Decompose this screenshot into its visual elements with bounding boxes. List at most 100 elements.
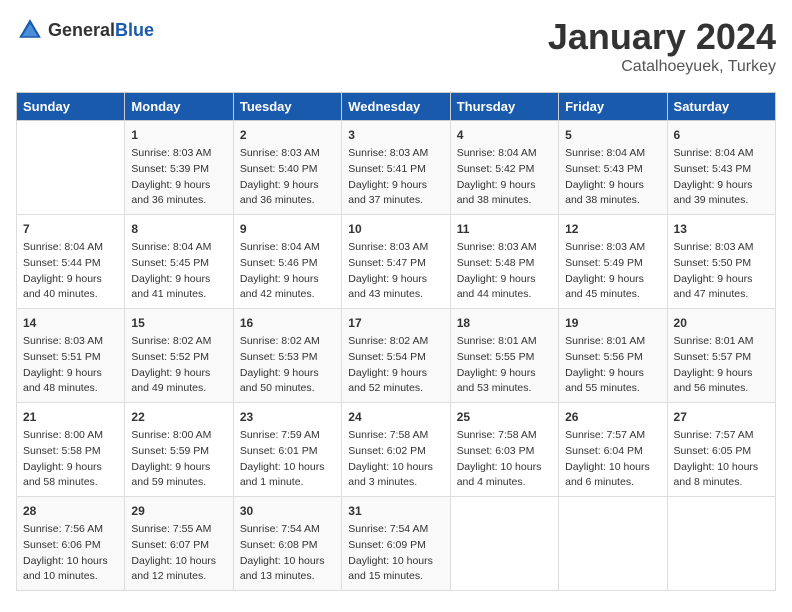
col-header-monday: Monday bbox=[125, 93, 233, 121]
calendar-week-5: 28Sunrise: 7:56 AMSunset: 6:06 PMDayligh… bbox=[17, 497, 776, 591]
page-header: GeneralBlue January 2024 Catalhoeyuek, T… bbox=[16, 16, 776, 76]
day-info: Sunrise: 8:03 AMSunset: 5:51 PMDaylight:… bbox=[23, 334, 118, 397]
calendar-cell: 27 Sunrise: 7:57 AMSunset: 6:05 PMDayligh… bbox=[667, 403, 775, 497]
day-number: 6 bbox=[674, 126, 769, 144]
calendar-cell: 6 Sunrise: 8:04 AMSunset: 5:43 PMDaylight… bbox=[667, 121, 775, 215]
calendar-cell: 8 Sunrise: 8:04 AMSunset: 5:45 PMDaylight… bbox=[125, 215, 233, 309]
calendar-title: January 2024 bbox=[548, 16, 776, 58]
day-number: 3 bbox=[348, 126, 443, 144]
day-number: 14 bbox=[23, 314, 118, 332]
logo-icon bbox=[16, 16, 44, 44]
calendar-cell: 1 Sunrise: 8:03 AMSunset: 5:39 PMDaylight… bbox=[125, 121, 233, 215]
calendar-cell: 31Sunrise: 7:54 AMSunset: 6:09 PMDayligh… bbox=[342, 497, 450, 591]
logo-general: General bbox=[48, 20, 115, 40]
calendar-cell: 28Sunrise: 7:56 AMSunset: 6:06 PMDayligh… bbox=[17, 497, 125, 591]
day-info: Sunrise: 8:03 AMSunset: 5:50 PMDaylight:… bbox=[674, 240, 769, 303]
calendar-week-3: 14 Sunrise: 8:03 AMSunset: 5:51 PMDayligh… bbox=[17, 309, 776, 403]
day-info: Sunrise: 7:56 AMSunset: 6:06 PMDaylight:… bbox=[23, 522, 118, 585]
day-number: 12 bbox=[565, 220, 660, 238]
day-info: Sunrise: 8:03 AMSunset: 5:39 PMDaylight:… bbox=[131, 146, 226, 209]
day-number: 10 bbox=[348, 220, 443, 238]
day-info: Sunrise: 8:03 AMSunset: 5:49 PMDaylight:… bbox=[565, 240, 660, 303]
calendar-week-4: 21 Sunrise: 8:00 AMSunset: 5:58 PMDayligh… bbox=[17, 403, 776, 497]
day-number: 11 bbox=[457, 220, 552, 238]
calendar-cell: 23 Sunrise: 7:59 AMSunset: 6:01 PMDayligh… bbox=[233, 403, 341, 497]
calendar-table: SundayMondayTuesdayWednesdayThursdayFrid… bbox=[16, 92, 776, 591]
calendar-cell: 26 Sunrise: 7:57 AMSunset: 6:04 PMDayligh… bbox=[559, 403, 667, 497]
calendar-cell: 3 Sunrise: 8:03 AMSunset: 5:41 PMDaylight… bbox=[342, 121, 450, 215]
day-info: Sunrise: 7:57 AMSunset: 6:04 PMDaylight:… bbox=[565, 428, 660, 491]
day-info: Sunrise: 8:00 AMSunset: 5:58 PMDaylight:… bbox=[23, 428, 118, 491]
col-header-thursday: Thursday bbox=[450, 93, 558, 121]
calendar-cell: 13 Sunrise: 8:03 AMSunset: 5:50 PMDayligh… bbox=[667, 215, 775, 309]
calendar-cell: 20 Sunrise: 8:01 AMSunset: 5:57 PMDayligh… bbox=[667, 309, 775, 403]
day-number: 2 bbox=[240, 126, 335, 144]
calendar-cell: 15Sunrise: 8:02 AMSunset: 5:52 PMDayligh… bbox=[125, 309, 233, 403]
day-info: Sunrise: 7:55 AMSunset: 6:07 PMDaylight:… bbox=[131, 522, 226, 585]
day-number: 5 bbox=[565, 126, 660, 144]
col-header-friday: Friday bbox=[559, 93, 667, 121]
day-info: Sunrise: 8:04 AMSunset: 5:43 PMDaylight:… bbox=[674, 146, 769, 209]
day-number: 9 bbox=[240, 220, 335, 238]
calendar-week-2: 7 Sunrise: 8:04 AMSunset: 5:44 PMDaylight… bbox=[17, 215, 776, 309]
calendar-cell bbox=[667, 497, 775, 591]
day-info: Sunrise: 8:04 AMSunset: 5:42 PMDaylight:… bbox=[457, 146, 552, 209]
day-info: Sunrise: 8:04 AMSunset: 5:44 PMDaylight:… bbox=[23, 240, 118, 303]
col-header-tuesday: Tuesday bbox=[233, 93, 341, 121]
calendar-location: Catalhoeyuek, Turkey bbox=[548, 58, 776, 76]
day-info: Sunrise: 7:58 AMSunset: 6:02 PMDaylight:… bbox=[348, 428, 443, 491]
day-info: Sunrise: 8:03 AMSunset: 5:48 PMDaylight:… bbox=[457, 240, 552, 303]
calendar-cell: 19Sunrise: 8:01 AMSunset: 5:56 PMDayligh… bbox=[559, 309, 667, 403]
calendar-cell: 24 Sunrise: 7:58 AMSunset: 6:02 PMDayligh… bbox=[342, 403, 450, 497]
day-number: 23 bbox=[240, 408, 335, 426]
calendar-cell: 17 Sunrise: 8:02 AMSunset: 5:54 PMDayligh… bbox=[342, 309, 450, 403]
day-info: Sunrise: 8:03 AMSunset: 5:40 PMDaylight:… bbox=[240, 146, 335, 209]
day-number: 7 bbox=[23, 220, 118, 238]
calendar-cell: 11 Sunrise: 8:03 AMSunset: 5:48 PMDayligh… bbox=[450, 215, 558, 309]
day-number: 21 bbox=[23, 408, 118, 426]
day-info: Sunrise: 7:59 AMSunset: 6:01 PMDaylight:… bbox=[240, 428, 335, 491]
calendar-cell: 16Sunrise: 8:02 AMSunset: 5:53 PMDayligh… bbox=[233, 309, 341, 403]
day-info: Sunrise: 7:58 AMSunset: 6:03 PMDaylight:… bbox=[457, 428, 552, 491]
day-number: 22 bbox=[131, 408, 226, 426]
day-number: 25 bbox=[457, 408, 552, 426]
col-header-sunday: Sunday bbox=[17, 93, 125, 121]
day-info: Sunrise: 8:01 AMSunset: 5:57 PMDaylight:… bbox=[674, 334, 769, 397]
day-info: Sunrise: 8:00 AMSunset: 5:59 PMDaylight:… bbox=[131, 428, 226, 491]
calendar-cell: 9 Sunrise: 8:04 AMSunset: 5:46 PMDaylight… bbox=[233, 215, 341, 309]
day-info: Sunrise: 8:04 AMSunset: 5:45 PMDaylight:… bbox=[131, 240, 226, 303]
calendar-cell: 2 Sunrise: 8:03 AMSunset: 5:40 PMDaylight… bbox=[233, 121, 341, 215]
title-block: January 2024 Catalhoeyuek, Turkey bbox=[548, 16, 776, 76]
day-info: Sunrise: 8:04 AMSunset: 5:46 PMDaylight:… bbox=[240, 240, 335, 303]
day-info: Sunrise: 8:02 AMSunset: 5:54 PMDaylight:… bbox=[348, 334, 443, 397]
day-info: Sunrise: 7:57 AMSunset: 6:05 PMDaylight:… bbox=[674, 428, 769, 491]
calendar-cell: 25 Sunrise: 7:58 AMSunset: 6:03 PMDayligh… bbox=[450, 403, 558, 497]
calendar-cell: 29Sunrise: 7:55 AMSunset: 6:07 PMDayligh… bbox=[125, 497, 233, 591]
day-info: Sunrise: 7:54 AMSunset: 6:08 PMDaylight:… bbox=[240, 522, 335, 585]
day-number: 20 bbox=[674, 314, 769, 332]
day-number: 26 bbox=[565, 408, 660, 426]
header-row: SundayMondayTuesdayWednesdayThursdayFrid… bbox=[17, 93, 776, 121]
day-info: Sunrise: 8:01 AMSunset: 5:55 PMDaylight:… bbox=[457, 334, 552, 397]
day-number: 31 bbox=[348, 502, 443, 520]
calendar-cell bbox=[450, 497, 558, 591]
day-info: Sunrise: 8:02 AMSunset: 5:53 PMDaylight:… bbox=[240, 334, 335, 397]
day-info: Sunrise: 8:02 AMSunset: 5:52 PMDaylight:… bbox=[131, 334, 226, 397]
day-number: 8 bbox=[131, 220, 226, 238]
day-number: 27 bbox=[674, 408, 769, 426]
calendar-week-1: 1 Sunrise: 8:03 AMSunset: 5:39 PMDaylight… bbox=[17, 121, 776, 215]
calendar-cell: 7 Sunrise: 8:04 AMSunset: 5:44 PMDaylight… bbox=[17, 215, 125, 309]
calendar-cell bbox=[17, 121, 125, 215]
calendar-cell: 10Sunrise: 8:03 AMSunset: 5:47 PMDayligh… bbox=[342, 215, 450, 309]
logo: GeneralBlue bbox=[16, 16, 154, 44]
day-number: 24 bbox=[348, 408, 443, 426]
day-number: 19 bbox=[565, 314, 660, 332]
day-number: 17 bbox=[348, 314, 443, 332]
day-number: 13 bbox=[674, 220, 769, 238]
calendar-cell: 14 Sunrise: 8:03 AMSunset: 5:51 PMDayligh… bbox=[17, 309, 125, 403]
calendar-cell: 18 Sunrise: 8:01 AMSunset: 5:55 PMDayligh… bbox=[450, 309, 558, 403]
day-info: Sunrise: 8:03 AMSunset: 5:41 PMDaylight:… bbox=[348, 146, 443, 209]
calendar-cell: 30Sunrise: 7:54 AMSunset: 6:08 PMDayligh… bbox=[233, 497, 341, 591]
day-number: 1 bbox=[131, 126, 226, 144]
day-number: 18 bbox=[457, 314, 552, 332]
